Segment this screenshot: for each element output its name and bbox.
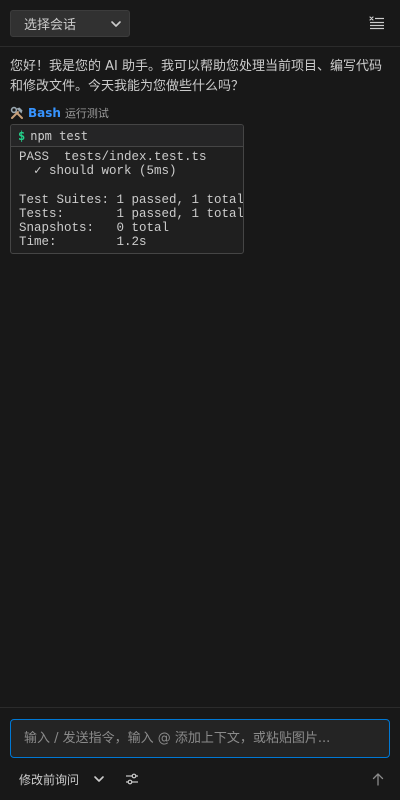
composer: 修改前询问 [0,707,400,800]
session-select-label: 选择会话 [24,18,77,33]
tool-name: Bash [28,106,61,120]
message-input-box[interactable] [10,719,390,758]
terminal-command: $ npm test [11,125,243,147]
chat-panel: 选择会话 您好！我是您的 AI 助手。我可以帮助您处理当前项目、编写代码和修改文… [0,0,400,800]
tool-description: 运行测试 [64,107,109,120]
terminal-output: PASS tests/index.test.ts ✓ should work (… [19,150,244,250]
tool-call-header: Bash 运行测试 [10,105,390,121]
menu-button[interactable] [366,13,388,33]
send-button[interactable] [370,770,386,788]
terminal-block: $ npm test PASS tests/index.test.ts ✓ sh… [10,124,244,255]
terminal-command-text: npm test [30,128,89,143]
sliders-icon [126,773,138,785]
chevron-down-icon [94,776,104,782]
hammer-wrench-icon [10,106,24,120]
message-input[interactable] [24,731,374,746]
mode-select[interactable]: 修改前询问 [19,769,105,789]
session-select[interactable]: 选择会话 [10,10,130,37]
list-menu-icon [369,16,384,30]
mode-select-label: 修改前询问 [19,772,80,787]
settings-button[interactable] [124,771,140,787]
terminal-prompt: $ [18,128,26,143]
chat-header: 选择会话 [0,0,400,47]
chevron-down-icon [111,21,121,27]
assistant-message: 您好！我是您的 AI 助手。我可以帮助您处理当前项目、编写代码和修改文件。今天我… [10,59,382,94]
arrow-up-icon [372,773,384,786]
message-list: 您好！我是您的 AI 助手。我可以帮助您处理当前项目、编写代码和修改文件。今天我… [0,47,400,707]
